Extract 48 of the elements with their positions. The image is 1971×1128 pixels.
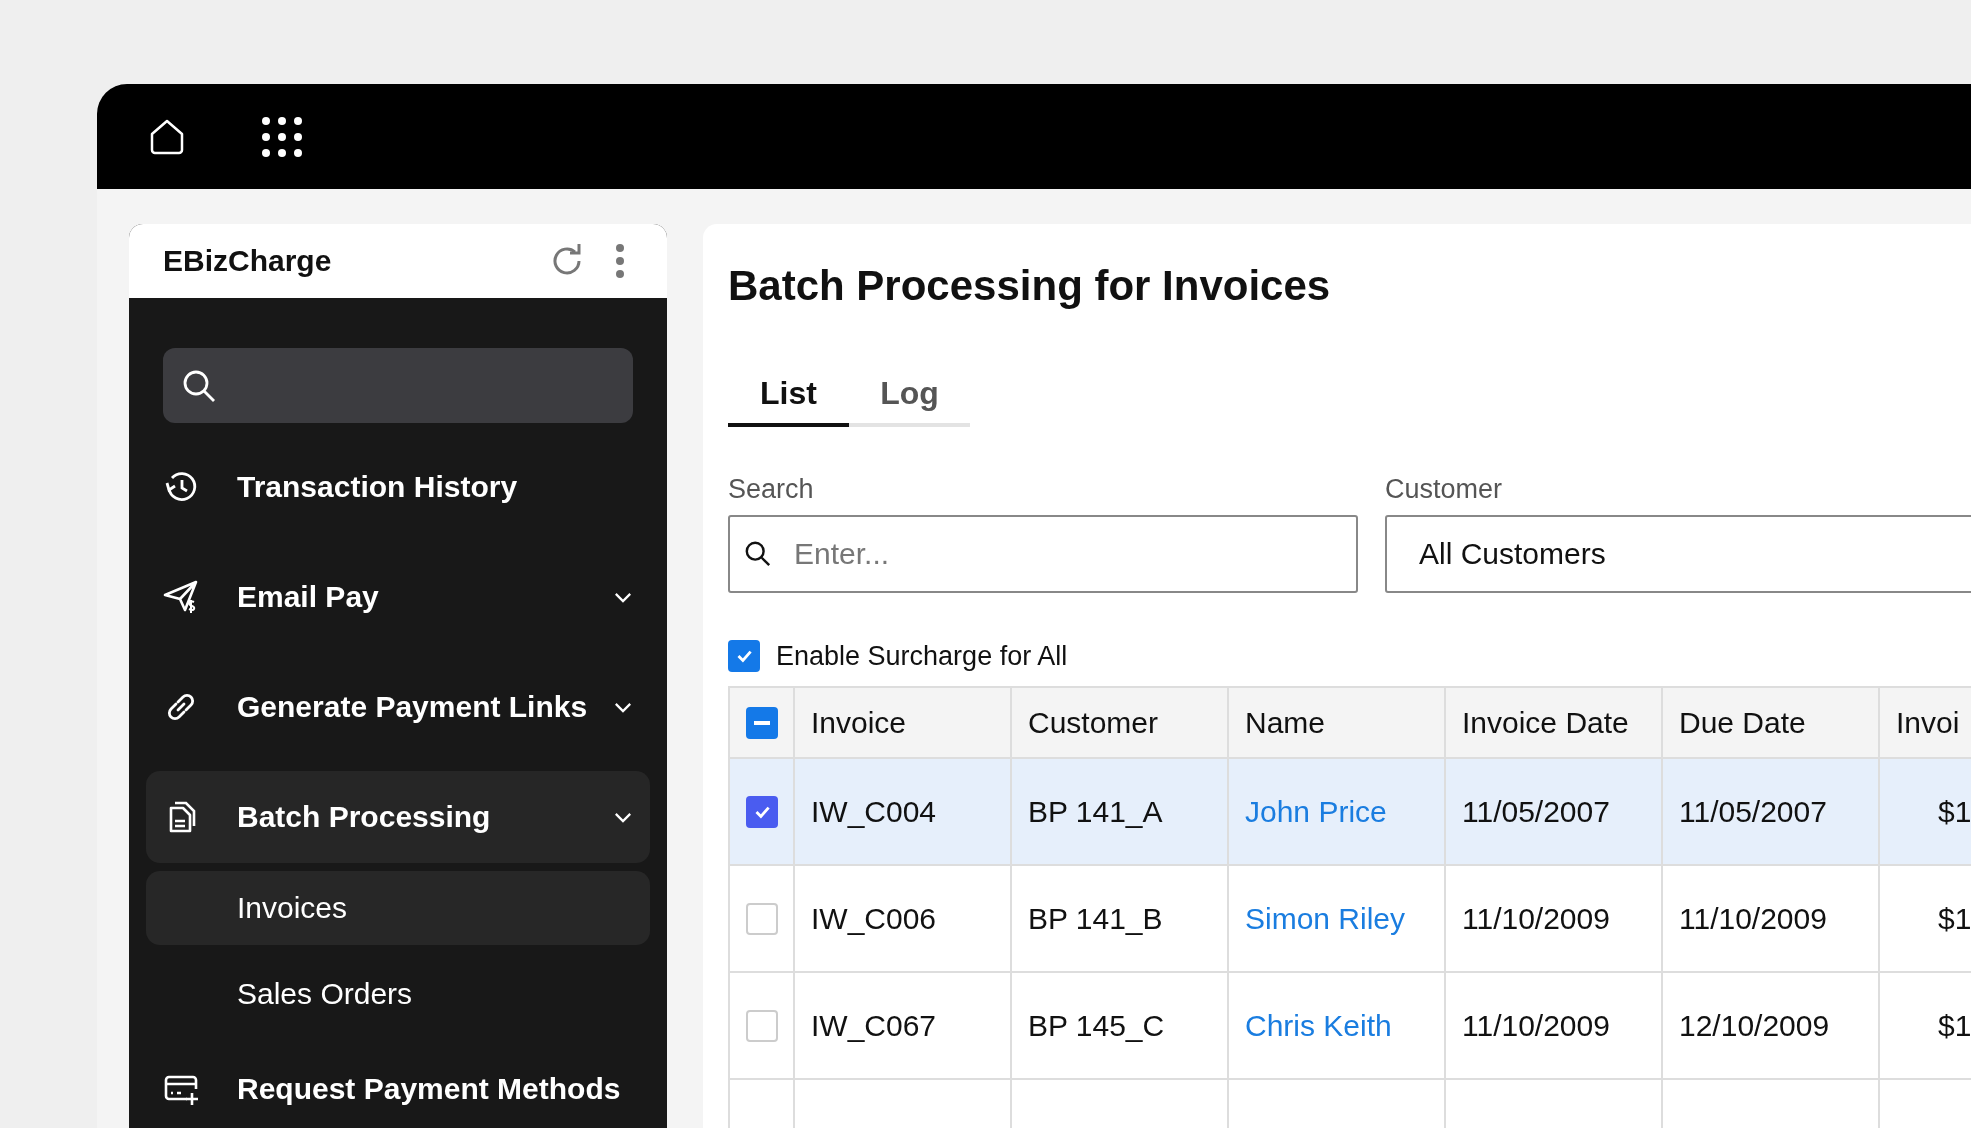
- field-label: Customer: [1385, 474, 1504, 505]
- checkbox[interactable]: [728, 640, 760, 672]
- send-money-icon: [163, 579, 199, 615]
- minus-icon: [753, 720, 770, 725]
- table-cell: 12/10/2009: [1663, 973, 1880, 1080]
- nav-item[interactable]: Transaction History: [146, 441, 650, 533]
- chevron-down-icon: [614, 701, 632, 713]
- nav-subitem[interactable]: Invoices: [146, 871, 650, 945]
- checkbox-label: Enable Surcharge for All: [776, 640, 1068, 672]
- search-field[interactable]: Enter...: [728, 515, 1358, 593]
- tab[interactable]: Log: [849, 364, 970, 427]
- table-cell: 11/05/2007: [1446, 759, 1663, 866]
- nav-item[interactable]: Request Payment Methods: [146, 1043, 650, 1128]
- page-title: Batch Processing for Invoices: [728, 262, 1332, 311]
- row-checkbox[interactable]: [745, 1009, 778, 1042]
- table-cell: IW_C004: [795, 759, 1012, 866]
- more-icon[interactable]: [615, 243, 625, 279]
- chevron-down-icon: [614, 591, 632, 603]
- nav-item[interactable]: Generate Payment Links: [146, 661, 650, 753]
- customer-dropdown[interactable]: All Customers: [1385, 515, 1971, 593]
- tab[interactable]: List: [728, 364, 849, 427]
- table-cell: $1: [1880, 973, 1971, 1080]
- table-cell: IW_C067: [795, 973, 1012, 1080]
- nav-subitem[interactable]: Sales Orders: [146, 957, 650, 1031]
- customer-name-link[interactable]: John Price: [1245, 794, 1387, 829]
- nav-item[interactable]: Email Pay: [146, 551, 650, 643]
- customer-name-link[interactable]: Chris Keith: [1245, 1008, 1392, 1043]
- chevron-down-icon: [614, 811, 632, 823]
- nav-item[interactable]: Batch Processing: [146, 771, 650, 863]
- row-checkbox[interactable]: [745, 902, 778, 935]
- table-cell: BP 141_B: [1012, 866, 1229, 973]
- table-cell: BP 141_A: [1012, 759, 1229, 866]
- sidebar-search-field[interactable]: [163, 348, 633, 423]
- app-name: EBizCharge: [163, 244, 333, 278]
- table-cell: 11/05/2007: [1663, 759, 1880, 866]
- table-cell: $1: [1880, 759, 1971, 866]
- table-cell: $1: [1880, 866, 1971, 973]
- table-cell: BP 145_C: [1012, 973, 1229, 1080]
- select-all-checkbox[interactable]: [745, 706, 778, 739]
- field-label: Search: [728, 474, 815, 505]
- row-checkbox[interactable]: [745, 795, 778, 828]
- table-cell: 11/10/2009: [1446, 973, 1663, 1080]
- search-icon: [744, 540, 772, 568]
- table-cell: IW_C006: [795, 866, 1012, 973]
- table-cell: 11/10/2009: [1663, 866, 1880, 973]
- table-cell: 11/10/2009: [1446, 866, 1663, 973]
- customer-name-link[interactable]: Simon Riley: [1245, 901, 1406, 936]
- apps-grid-icon[interactable]: [261, 115, 303, 158]
